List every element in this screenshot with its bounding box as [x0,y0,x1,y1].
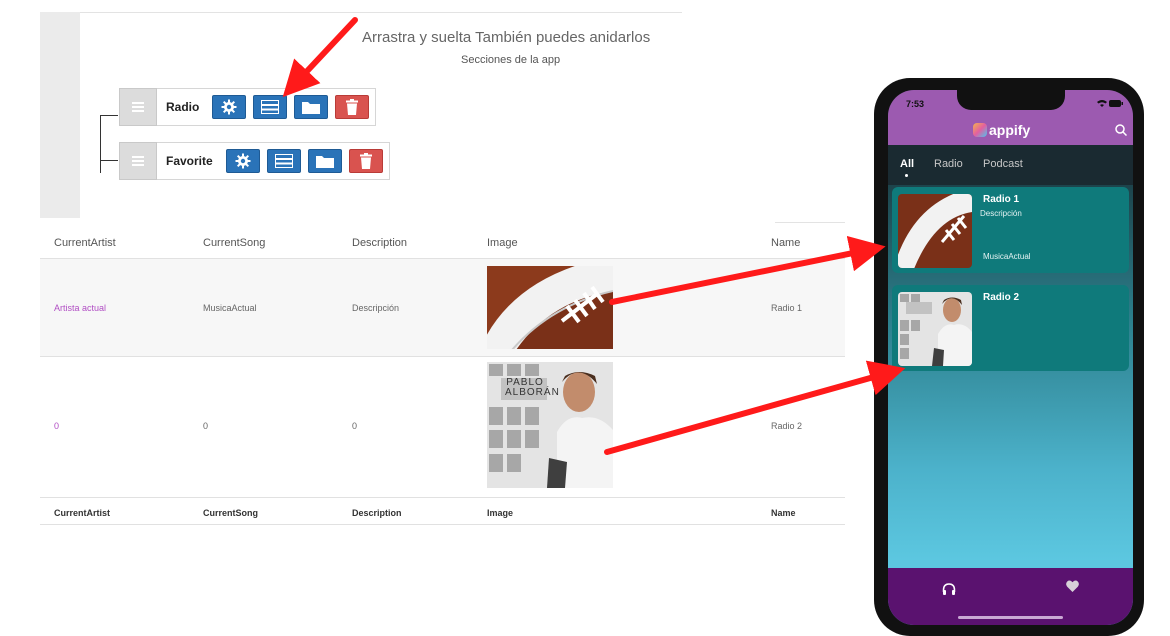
phone-mockup: 7:53 appify All Radio Podcast Radio 1 De… [874,78,1144,636]
list-button[interactable] [266,149,301,173]
brand-logo: appify [973,122,1030,138]
table-cell: MusicaActual [203,303,257,313]
section-label: Radio [166,100,200,114]
builder-subheading: Secciones de la app [461,54,561,66]
card-current-song: MusicaActual [983,252,1031,261]
headphones-icon[interactable] [942,583,956,595]
column-footer: CurrentSong [203,508,258,518]
column-header[interactable]: CurrentArtist [54,237,116,249]
phone-notch [957,90,1065,110]
football-image [487,266,613,349]
folder-icon [315,156,334,168]
folder-button[interactable] [294,95,329,119]
radio-card[interactable]: Radio 2 [892,285,1129,371]
column-header[interactable]: Description [352,237,407,249]
gear-icon [221,99,237,115]
column-footer: CurrentArtist [54,508,111,518]
table-footer-row: CurrentArtist CurrentSong Description Im… [40,498,845,525]
column-header[interactable]: Image [487,237,518,249]
section-node-body: Favorite [157,142,390,180]
artist-link[interactable]: 0 [54,421,59,431]
settings-button[interactable] [225,149,260,173]
table-cell: Descripción [352,303,400,313]
brand-name: appify [989,122,1031,138]
column-header[interactable]: CurrentSong [203,237,265,249]
table-header-row: CurrentArtist CurrentSong Description Im… [40,222,845,259]
section-node-favorite: Favorite [119,142,390,180]
screenshot-canvas: Arrastra y suelta También puedes anidarl… [0,0,1170,636]
list-icon [261,100,280,114]
album-cover-image: PABLO ALBORÁN [487,362,613,488]
table-cell: Radio 2 [771,421,803,431]
tree-connector [100,160,118,161]
table-row[interactable]: Artista actual MusicaActual Descripción … [40,259,845,357]
card-thumbnail [898,194,972,268]
builder-gutter [40,12,80,218]
table-cell: Radio 1 [771,303,803,313]
artist-link[interactable]: Artista actual [54,303,106,313]
trash-icon [346,99,359,115]
drag-handle[interactable] [119,142,157,180]
delete-button[interactable] [348,149,383,173]
radio-card[interactable]: Radio 1 Descripción MusicaActual [892,187,1129,273]
sections-builder: Arrastra y suelta También puedes anidarl… [40,12,682,218]
logo-mark-icon [973,123,987,137]
card-description: Descripción [980,209,1022,218]
category-tabs: All Radio Podcast [888,145,1133,185]
column-footer: Image [487,508,514,518]
section-label: Favorite [166,154,213,168]
card-title: Radio 2 [983,292,1020,303]
tab-radio[interactable]: Radio [934,158,963,170]
home-indicator [958,616,1063,619]
delete-button[interactable] [335,95,370,119]
list-icon [274,154,293,168]
card-title: Radio 1 [983,194,1020,205]
active-tab-indicator [905,174,908,177]
app-header: appify [888,116,1133,145]
column-footer: Name [771,508,796,518]
tree-connector [100,115,101,173]
card-thumbnail [898,292,972,366]
drag-handle-icon [132,102,144,112]
section-node-body: Radio [157,88,377,126]
settings-button[interactable] [212,95,247,119]
column-footer: Description [352,508,402,518]
tab-all[interactable]: All [900,158,914,170]
album-cover-text: PABLO ALBORÁN [505,378,559,398]
gear-icon [235,153,251,169]
table-cell: 0 [203,421,209,431]
tab-podcast[interactable]: Podcast [983,158,1023,170]
section-node-radio: Radio [119,88,377,126]
status-icons [1096,99,1123,109]
drag-handle[interactable] [119,88,157,126]
table-cell: 0 [352,421,358,431]
phone-screen: 7:53 appify All Radio Podcast Radio 1 De… [888,90,1133,625]
battery-icon [1109,100,1123,107]
drag-handle-icon [132,156,144,166]
folder-icon [302,102,321,114]
trash-icon [359,153,372,169]
status-time: 7:53 [906,99,925,109]
search-icon[interactable] [1115,124,1127,136]
builder-heading: Arrastra y suelta También puedes anidarl… [362,29,651,46]
album-cover-text-line: ALBORÁN [505,387,560,398]
tree-connector [100,115,118,116]
heart-icon[interactable] [1066,580,1079,592]
table-row[interactable]: 0 0 0 PABLO ALBORÁN Radio 2 [40,357,845,498]
wifi-icon [1096,100,1107,107]
column-header[interactable]: Name [771,237,800,249]
folder-button[interactable] [307,149,342,173]
bottom-nav [888,568,1133,625]
divider [80,12,682,13]
list-button[interactable] [253,95,288,119]
